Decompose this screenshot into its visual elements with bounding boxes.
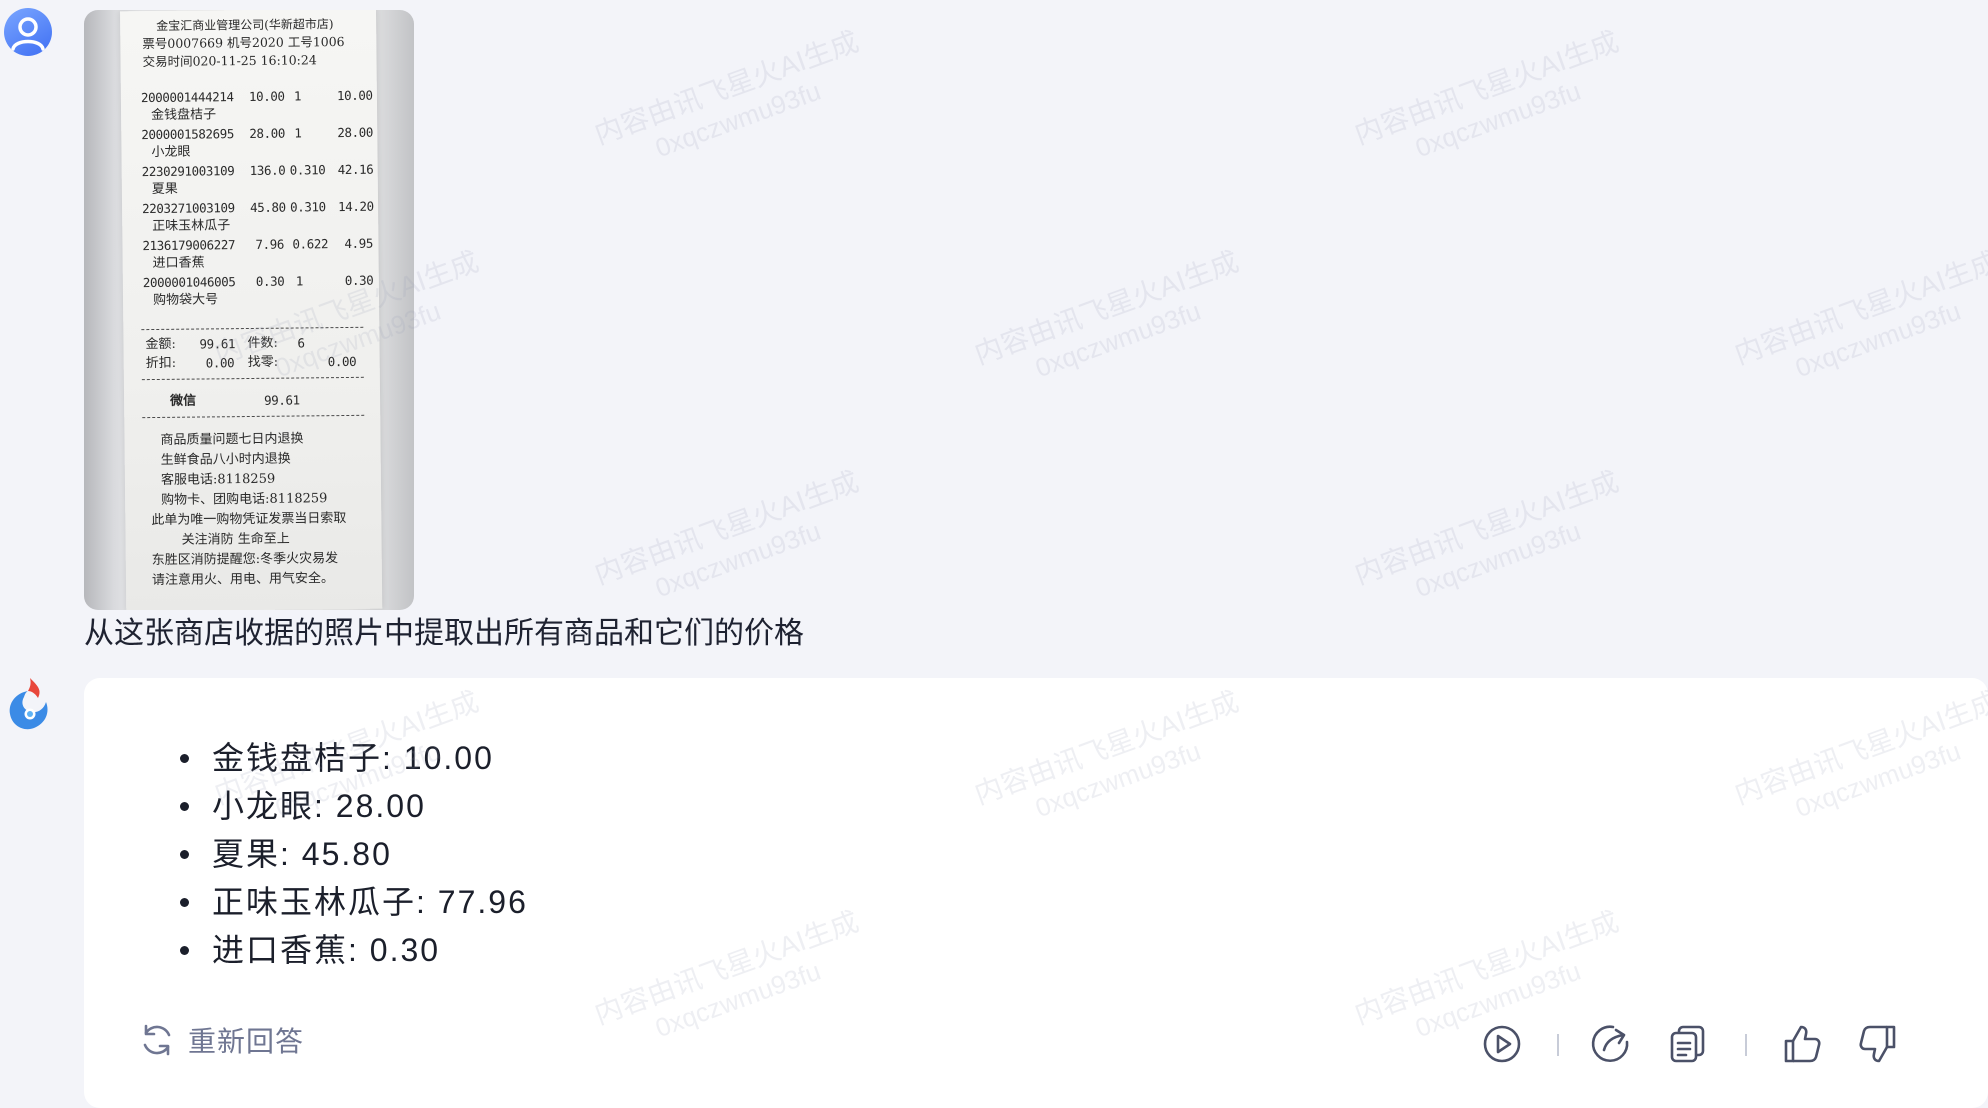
answer-list-item: 进口香蕉: 0.30 — [178, 926, 528, 974]
receipt-discount-value: 0.00 — [205, 355, 235, 371]
share-button[interactable] — [1589, 1022, 1633, 1066]
receipt-item-name: 正味玉林瓜子 — [152, 218, 231, 235]
receipt-item-price: 28.00 — [249, 125, 286, 141]
receipt-store-name: 金宝汇商业管理公司(华新超市店) — [156, 17, 334, 33]
receipt-item-price: 10.00 — [248, 88, 285, 104]
receipt-item-name: 金钱盘桔子 — [151, 107, 217, 124]
receipt-item-code: 2000001046005 — [142, 274, 236, 291]
answer-list-item: 小龙眼: 28.00 — [178, 782, 528, 830]
receipt-timestamp: 交易时间020-11-25 16:10:24 — [142, 52, 317, 70]
copy-icon — [1670, 1025, 1705, 1063]
receipt-item-qty: 0.310 — [289, 162, 326, 178]
receipt-item-price: 7.96 — [255, 236, 285, 252]
answer-card: 金钱盘桔子: 10.00 小龙眼: 28.00 夏果: 45.80 正味玉林瓜子… — [84, 678, 1988, 1108]
bullet-icon — [180, 850, 189, 859]
receipt-item-code: 2000001582695 — [141, 126, 235, 143]
play-audio-icon — [1483, 1025, 1521, 1063]
assistant-avatar — [4, 676, 54, 736]
receipt-item-name: 小龙眼 — [151, 144, 191, 161]
answer-item-text: 夏果: 45.80 — [212, 836, 392, 872]
receipt-item-qty: 0.310 — [289, 199, 326, 215]
share-icon — [1591, 1025, 1629, 1062]
copy-button[interactable] — [1667, 1022, 1711, 1066]
receipt-item-amount: 4.95 — [344, 235, 374, 252]
receipt-item-code: 2230291003109 — [141, 163, 235, 180]
receipt-item-qty: 1 — [294, 125, 302, 141]
watermark: 内容由讯飞星火AI生成0xqczwmu93fu — [590, 465, 863, 604]
answer-item-text: 小龙眼: 28.00 — [212, 788, 426, 824]
receipt-count-value: 6 — [297, 335, 305, 351]
receipt-item-name: 进口香蕉 — [152, 255, 205, 272]
receipt-item-qty: 1 — [293, 88, 302, 104]
toolbar-divider — [1745, 1034, 1747, 1056]
answer-item-text: 金钱盘桔子: 10.00 — [212, 740, 494, 776]
receipt-paper: 金宝汇商业管理公司(华新超市店) 票号0007669 机号2020 工号1006… — [120, 10, 383, 610]
receipt-item-code: 2203271003109 — [141, 200, 235, 217]
bullet-icon — [180, 898, 189, 907]
receipt-footer-line: 请注意用火、用电、用气安全。 — [151, 571, 335, 589]
thumbs-down-button[interactable] — [1856, 1022, 1900, 1066]
user-question-text: 从这张商店收据的照片中提取出所有商品和它们的价格 — [84, 617, 804, 650]
receipt-footer-line: 商品质量问题七日内退换 — [160, 431, 304, 448]
answer-list-item: 金钱盘桔子: 10.00 — [178, 734, 528, 782]
receipt-item-price: 0.30 — [255, 273, 285, 289]
bullet-icon — [180, 802, 189, 811]
receipt-item-price: 45.80 — [249, 199, 286, 215]
receipt-discount-label: 折扣: — [145, 355, 177, 372]
receipt-divider — [142, 414, 365, 419]
receipt-item-code: 2136179006227 — [142, 237, 236, 254]
receipt-item-amount: 14.20 — [337, 198, 374, 215]
receipt-divider — [141, 376, 364, 381]
receipt-footer-line: 东胜区消防提醒您:冬季火灾易发 — [151, 551, 339, 569]
receipt-ticket-info: 票号0007669 机号2020 工号1006 — [142, 33, 345, 52]
bullet-icon — [180, 946, 189, 955]
receipt-change-value: 0.00 — [327, 353, 357, 370]
toolbar-divider — [1557, 1034, 1559, 1056]
answer-item-text: 正味玉林瓜子: 77.96 — [212, 884, 528, 920]
answer-list: 金钱盘桔子: 10.00 小龙眼: 28.00 夏果: 45.80 正味玉林瓜子… — [178, 734, 528, 974]
watermark: 内容由讯飞星火AI生成0xqczwmu93fu — [590, 25, 863, 164]
receipt-footer-line: 关注消防 生命至上 — [181, 531, 290, 548]
watermark: 内容由讯飞星火AI生成0xqczwmu93fu — [970, 245, 1243, 384]
receipt-footer-line: 购物卡、团购电话:8118259 — [161, 491, 328, 508]
answer-toolbar — [84, 1022, 1988, 1066]
receipt-footer-line: 此单为唯一购物凭证发票当日索取 — [151, 510, 347, 529]
answer-item-text: 进口香蕉: 0.30 — [212, 932, 441, 968]
receipt-footer-line: 客服电话:8118259 — [160, 471, 276, 488]
receipt-item-name: 购物袋大号 — [152, 292, 219, 309]
xinghuo-logo-icon — [9, 678, 48, 730]
receipt-payment-amount: 99.61 — [264, 392, 300, 408]
thumbs-up-button[interactable] — [1780, 1022, 1824, 1066]
receipt-item-name: 夏果 — [151, 181, 178, 198]
watermark: 内容由讯飞星火AI生成0xqczwmu93fu — [1350, 465, 1623, 604]
user-avatar-icon — [11, 17, 45, 51]
bullet-icon — [180, 754, 189, 763]
thumbs-up-icon — [1784, 1025, 1821, 1063]
receipt-item-amount: 10.00 — [336, 87, 373, 104]
answer-list-item: 夏果: 45.80 — [178, 830, 528, 878]
user-avatar — [4, 8, 52, 56]
receipt-item-qty: 1 — [295, 273, 304, 289]
thumbs-down-icon — [1859, 1025, 1896, 1063]
receipt-divider — [141, 326, 364, 331]
receipt-footer-line: 生鲜食品八小时内退换 — [160, 451, 291, 468]
answer-list-item: 正味玉林瓜子: 77.96 — [178, 878, 528, 926]
receipt-item-qty: 0.622 — [292, 236, 329, 252]
receipt-item-amount: 0.30 — [344, 272, 374, 289]
receipt-item-list: 2000001444214 10.00 1 10.00 金钱盘桔子 200000… — [120, 10, 376, 308]
watermark: 内容由讯飞星火AI生成0xqczwmu93fu — [1730, 245, 1988, 384]
receipt-count-label: 件数: — [247, 335, 278, 352]
play-audio-button[interactable] — [1480, 1022, 1524, 1066]
receipt-item-amount: 28.00 — [337, 124, 374, 141]
receipt-item-code: 2000001444214 — [140, 89, 234, 106]
receipt-total-label: 金额: — [145, 336, 176, 353]
receipt-item-price: 136.0 — [249, 162, 286, 178]
receipt-payment-method: 微信 — [170, 393, 197, 409]
receipt-photo[interactable]: 金宝汇商业管理公司(华新超市店) 票号0007669 机号2020 工号1006… — [84, 10, 414, 610]
receipt-change-label: 找零: — [247, 354, 279, 371]
receipt-total-value: 99.61 — [199, 336, 236, 352]
receipt-item-amount: 42.16 — [337, 161, 374, 178]
watermark: 内容由讯飞星火AI生成0xqczwmu93fu — [1350, 25, 1623, 164]
